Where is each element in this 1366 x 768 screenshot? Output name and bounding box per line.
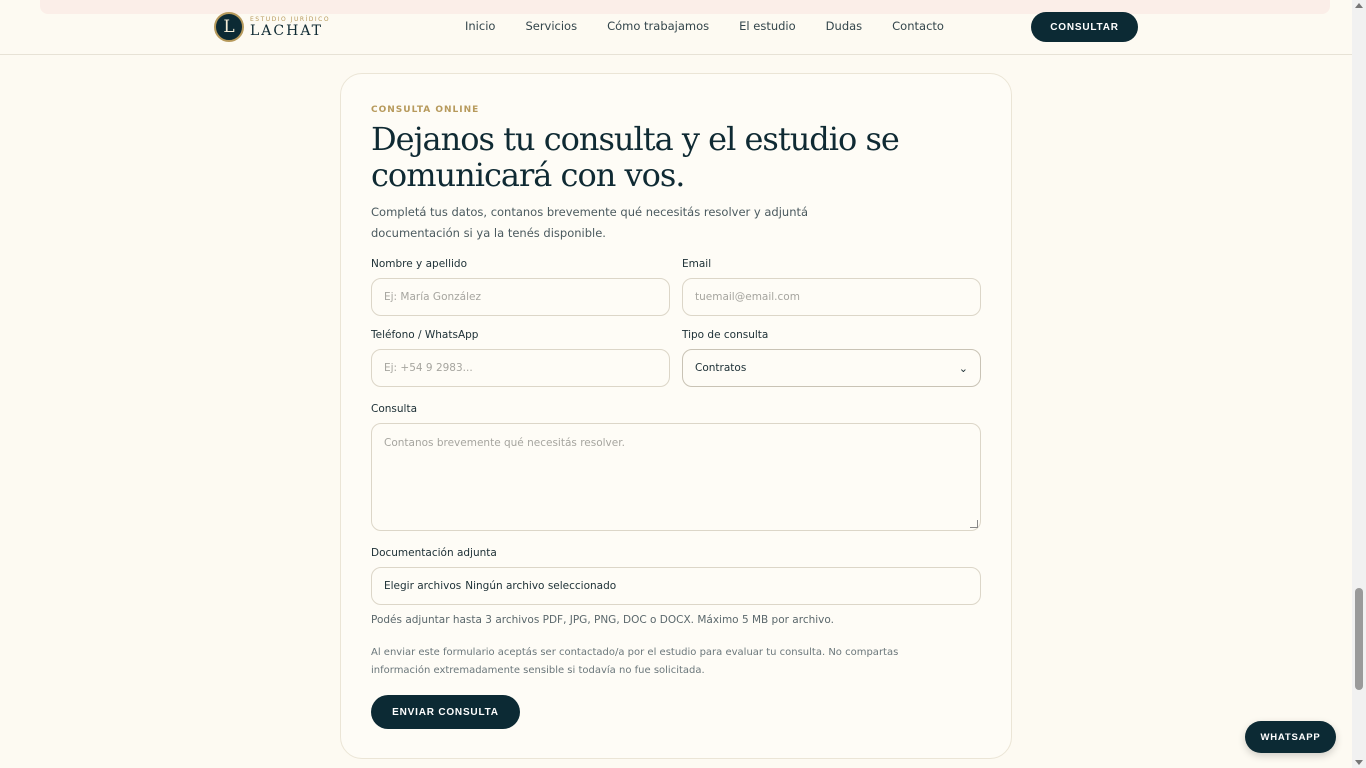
resize-handle-icon[interactable] [970,520,978,528]
email-input[interactable]: tuemail@email.com [682,278,981,316]
file-hint: Podés adjuntar hasta 3 archivos PDF, JPG… [371,614,834,626]
message-label: Consulta [371,403,418,415]
contact-form-card: CONSULTA ONLINE Dejanos tu consulta y el… [340,73,1012,759]
phone-input[interactable]: Ej: +54 9 2983... [371,349,670,387]
email-label: Email [682,258,712,270]
main-nav: Inicio Servicios Cómo trabajamos El estu… [465,19,944,33]
submit-button[interactable]: ENVIAR CONSULTA [371,695,520,729]
logo[interactable]: L Estudio Jurídico LACHAT [214,12,330,42]
type-select-value: Contratos [695,362,747,374]
phone-label: Teléfono / WhatsApp [371,329,479,341]
nav-servicios[interactable]: Servicios [525,19,577,33]
type-label: Tipo de consulta [682,329,769,341]
nav-inicio[interactable]: Inicio [465,19,495,33]
name-input[interactable]: Ej: María González [371,278,670,316]
file-input[interactable]: Elegir archivos Ningún archivo seleccion… [371,567,981,605]
file-label: Documentación adjunta [371,547,497,559]
chevron-down-icon: ⌄ [958,361,968,375]
consultar-button[interactable]: CONSULTAR [1031,12,1138,42]
form-eyebrow: CONSULTA ONLINE [371,105,480,115]
form-title: Dejanos tu consulta y el estudio se comu… [371,120,900,194]
nav-contacto[interactable]: Contacto [892,19,944,33]
whatsapp-button[interactable]: WHATSAPP [1245,721,1336,753]
type-select[interactable]: Contratos ⌄ [682,349,981,387]
logo-mark: L [214,12,244,42]
message-textarea[interactable]: Contanos brevemente qué necesitás resolv… [371,423,981,531]
nav-dudas[interactable]: Dudas [826,19,862,33]
site-header: L Estudio Jurídico LACHAT Inicio Servici… [0,0,1352,55]
name-label: Nombre y apellido [371,258,468,270]
nav-el-estudio[interactable]: El estudio [739,19,796,33]
logo-text: Estudio Jurídico LACHAT [250,16,330,39]
scroll-down-icon[interactable] [1355,760,1363,765]
file-status: Ningún archivo seleccionado [465,580,617,592]
legal-notice: Al enviar este formulario aceptás ser co… [371,647,899,676]
page-scrollbar[interactable] [1352,0,1366,768]
scroll-up-icon[interactable] [1355,3,1363,8]
form-intro: Completá tus datos, contanos brevemente … [371,205,809,240]
scroll-thumb[interactable] [1355,588,1363,690]
choose-files-button[interactable]: Elegir archivos [384,580,461,592]
logo-name: LACHAT [250,22,324,39]
nav-como-trabajamos[interactable]: Cómo trabajamos [607,19,709,33]
message-placeholder: Contanos brevemente qué necesitás resolv… [384,437,625,449]
logo-tagline: Estudio Jurídico [250,15,331,23]
